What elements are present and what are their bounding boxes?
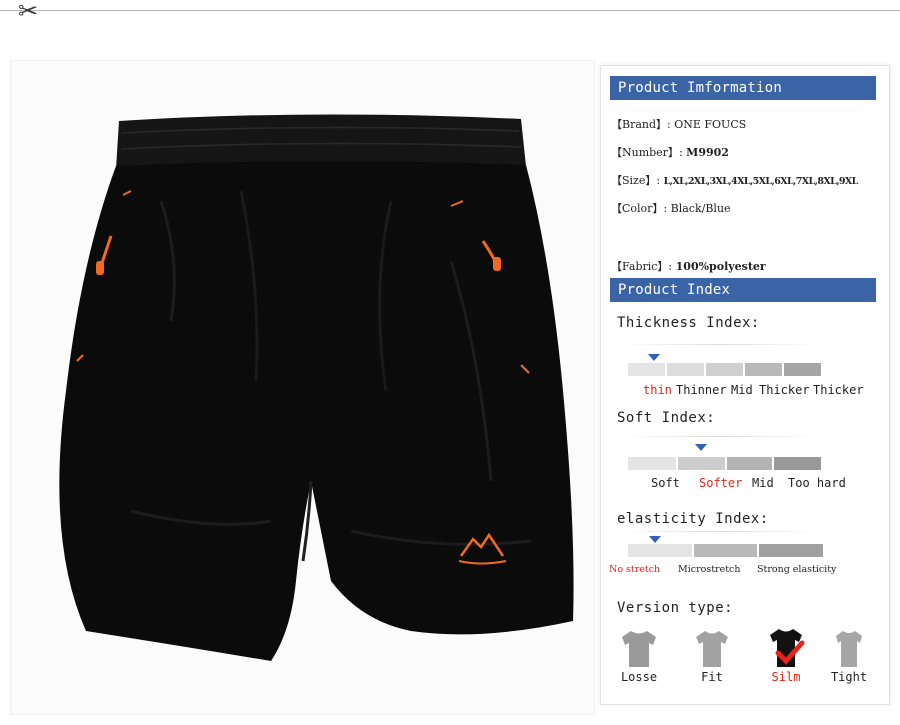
version-label-fit: Fit (701, 670, 723, 684)
color-key: 【Color】: (611, 202, 668, 215)
soft-label-1: Softer (699, 476, 743, 490)
number-key: 【Number】: (611, 146, 683, 159)
elasticity-label-2: Strong elasticity (757, 564, 837, 575)
version-label-loose: Losse (620, 670, 658, 684)
thickness-marker-icon (648, 354, 660, 361)
thickness-label-3: Thicker (759, 383, 810, 397)
soft-label-3: Too hard (788, 476, 846, 490)
product-photo (10, 60, 595, 715)
brand-value: ONE FOUCS (674, 118, 747, 131)
version-label-slim: Silm (771, 670, 801, 684)
color-value: Black/Blue (670, 202, 731, 215)
soft-scale (628, 457, 821, 470)
brand-key: 【Brand】: (611, 118, 671, 131)
tight-tshirt-icon (836, 631, 862, 667)
size-value: L,XL,2XL,3XL,4XL,5XL,6XL,7XL,8XL,9XL (663, 176, 859, 187)
product-index-header: Product Index (610, 278, 876, 302)
elasticity-label-0: No stretch (609, 564, 661, 575)
cut-line (0, 10, 900, 11)
product-info-panel: Product Imformation 【Brand】: ONE FOUCS 【… (600, 65, 890, 705)
soft-label-0: Soft (651, 476, 680, 490)
divider (621, 436, 821, 437)
number-row: 【Number】: M9902 (611, 144, 729, 160)
fit-tshirt-icon (696, 631, 728, 667)
thickness-label-4: Thicker (813, 383, 864, 397)
number-value: M9902 (686, 146, 729, 159)
fabric-row: 【Fabric】: 100%polyester (611, 258, 766, 274)
slim-tshirt-icon (770, 629, 805, 667)
loose-tshirt-icon (622, 631, 656, 667)
soft-marker-icon (695, 444, 707, 451)
thickness-index-title: Thickness Index: (617, 315, 760, 331)
fabric-value: 100%polyester (675, 260, 766, 273)
elasticity-scale (628, 544, 823, 557)
elasticity-label-1: Microstretch (678, 564, 741, 575)
size-row: 【Size】: L,XL,2XL,3XL,4XL,5XL,6XL,7XL,8XL… (611, 172, 858, 188)
version-label-tight: Tight (830, 670, 868, 684)
thickness-label-2: Mid (731, 383, 753, 397)
thickness-label-1: Thinner (676, 383, 727, 397)
version-type-title: Version type: (617, 600, 734, 616)
shorts-image (59, 114, 574, 661)
divider (621, 531, 821, 532)
elasticity-marker-icon (649, 536, 661, 543)
brand-row: 【Brand】: ONE FOUCS (611, 116, 746, 132)
elasticity-index-title: elasticity Index: (617, 511, 769, 527)
soft-label-2: Mid (752, 476, 774, 490)
size-key: 【Size】: (611, 174, 661, 187)
thickness-label-0: thin (643, 383, 672, 397)
thickness-scale (628, 363, 821, 376)
divider (621, 344, 821, 345)
fabric-key: 【Fabric】: (611, 260, 673, 273)
color-row: 【Color】: Black/Blue (611, 200, 731, 216)
scissors-icon: ✂ (18, 0, 39, 25)
soft-index-title: Soft Index: (617, 410, 716, 426)
product-information-header: Product Imformation (610, 76, 876, 100)
